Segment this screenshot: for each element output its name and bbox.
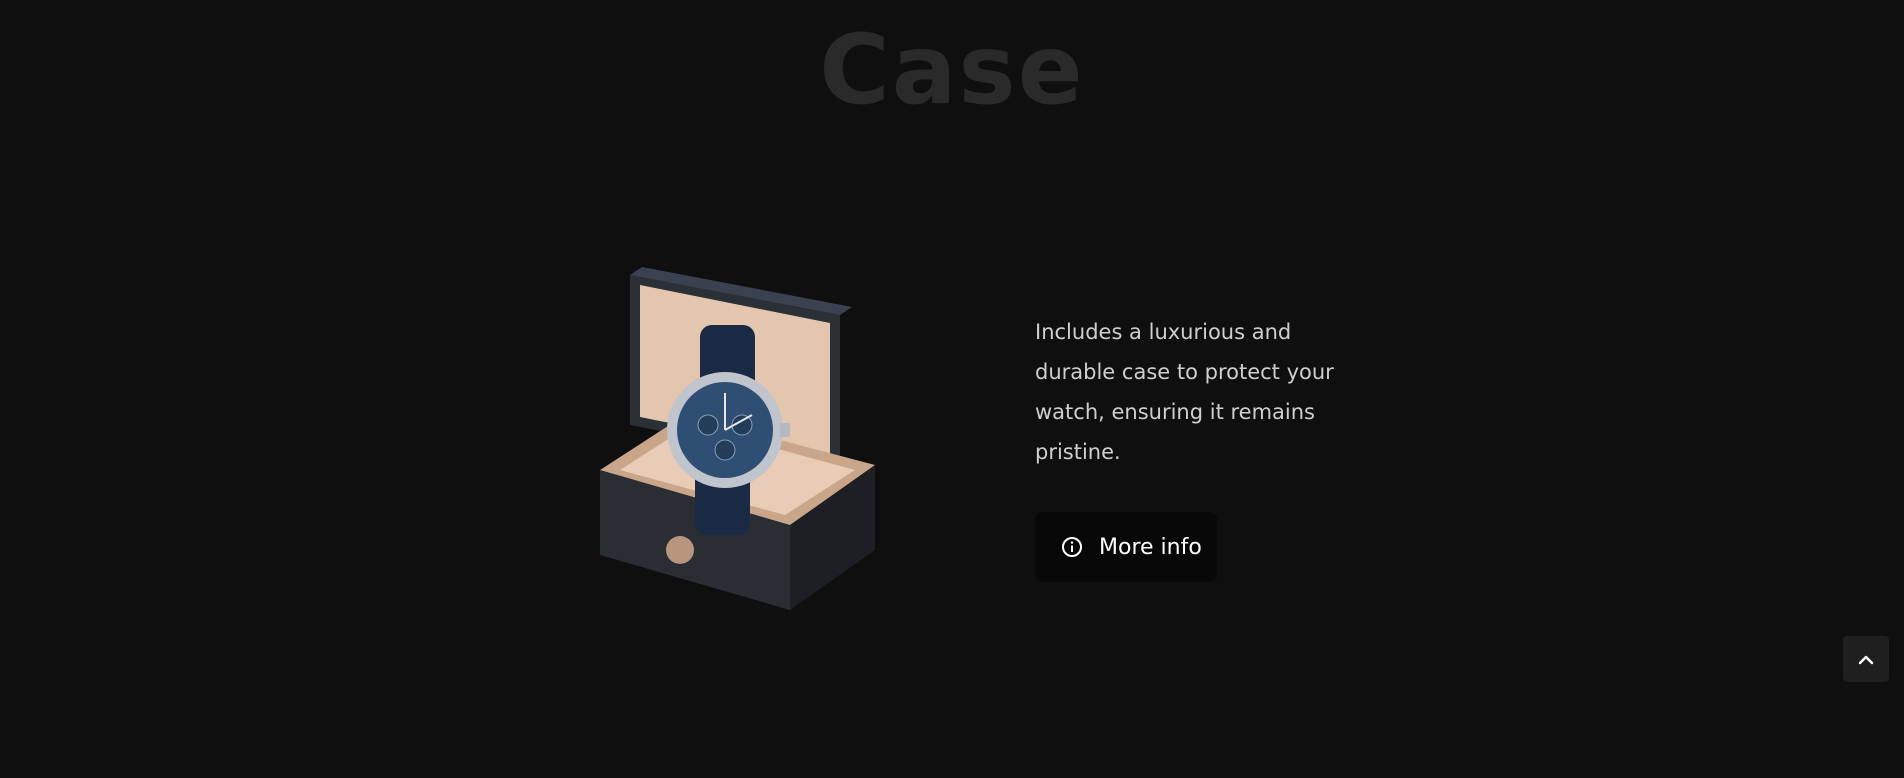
- info-circle-icon: [1061, 536, 1083, 558]
- more-info-button[interactable]: More info: [1035, 512, 1217, 582]
- section-title: Case: [819, 14, 1085, 126]
- more-info-label: More info: [1099, 534, 1202, 560]
- chevron-up-icon: [1858, 650, 1874, 669]
- scroll-to-top-button[interactable]: [1843, 636, 1889, 682]
- watch-case-image: [600, 267, 875, 610]
- feature-description: Includes a luxurious and durable case to…: [1035, 320, 1334, 464]
- page: Case Includes a luxurious and durable ca…: [0, 0, 1904, 778]
